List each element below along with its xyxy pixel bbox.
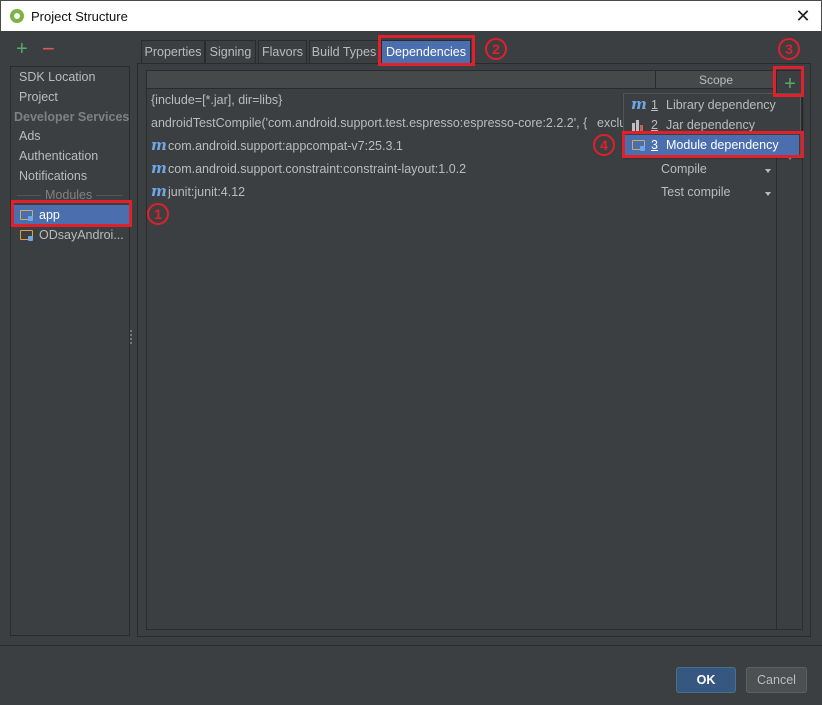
maven-icon: m <box>631 95 647 113</box>
modules-header: Modules <box>41 188 97 202</box>
add-dependency-button[interactable]: + <box>779 73 801 95</box>
tab-signing[interactable]: Signing <box>205 40 256 63</box>
scope-dropdown-arrow-icon[interactable] <box>765 169 771 173</box>
nav-item-authentication[interactable]: Authentication <box>19 149 98 163</box>
table-header: Scope <box>147 71 776 89</box>
library-module-folder-icon <box>20 230 33 241</box>
module-folder-icon <box>632 140 645 151</box>
dependency-name: androidTestCompile('com.android.support.… <box>151 116 588 130</box>
maven-icon: m <box>151 182 167 200</box>
remove-module-button[interactable]: − <box>42 38 55 60</box>
annotation-badge-3: 3 <box>778 38 800 60</box>
menu-item-label: Jar dependency <box>666 118 755 132</box>
module-label: ODsayAndroi... <box>39 228 124 242</box>
dependency-name: {include=[*.jar], dir=libs} <box>151 93 283 107</box>
menu-item-jar-dependency[interactable]: 2 Jar dependency <box>625 115 799 135</box>
menu-item-module-dependency[interactable]: 3 Module dependency <box>625 135 799 155</box>
left-navigation-panel: SDK Location Project Developer Services … <box>10 66 130 636</box>
dependency-scope: exclu <box>597 116 627 130</box>
dependency-name: com.android.support.constraint:constrain… <box>168 162 467 176</box>
annotation-badge-1: 1 <box>147 203 169 225</box>
ok-button[interactable]: OK <box>676 667 736 693</box>
modules-separator: Modules <box>11 188 129 203</box>
bottom-divider <box>0 645 822 646</box>
developer-services-header: Developer Services <box>14 110 130 124</box>
close-button[interactable]: ✕ <box>791 5 815 27</box>
tab-dependencies[interactable]: Dependencies <box>381 40 471 63</box>
scope-dropdown-arrow-icon[interactable] <box>765 192 771 196</box>
maven-icon: m <box>151 159 167 177</box>
table-row[interactable]: m junit:junit:4.12 Test compile <box>147 182 776 204</box>
scope-column-header[interactable]: Scope <box>655 71 776 89</box>
cancel-button[interactable]: Cancel <box>746 667 807 693</box>
dependency-name: com.android.support:appcompat-v7:25.3.1 <box>168 139 403 153</box>
module-label: app <box>39 208 60 222</box>
splitter-handle[interactable] <box>130 330 133 344</box>
menu-item-shortcut: 3 <box>651 138 658 152</box>
tab-flavors[interactable]: Flavors <box>258 40 307 63</box>
module-item-app[interactable]: app <box>11 205 129 225</box>
module-item-odsay[interactable]: ODsayAndroi... <box>11 225 129 245</box>
tab-build-types[interactable]: Build Types <box>309 40 379 63</box>
menu-item-shortcut: 2 <box>651 118 658 132</box>
module-folder-icon <box>20 210 33 221</box>
nav-item-ads[interactable]: Ads <box>19 129 41 143</box>
nav-item-notifications[interactable]: Notifications <box>19 169 87 183</box>
annotation-badge-2: 2 <box>485 38 507 60</box>
add-module-button[interactable]: + <box>16 38 28 60</box>
maven-icon: m <box>151 136 167 154</box>
menu-item-label: Library dependency <box>666 98 776 112</box>
menu-item-library-dependency[interactable]: m 1 Library dependency <box>625 95 799 115</box>
dependency-scope[interactable]: Compile <box>661 162 707 176</box>
title-bar: Project Structure ✕ <box>0 0 822 31</box>
nav-item-project[interactable]: Project <box>19 90 58 104</box>
android-studio-icon <box>10 9 24 23</box>
jar-icon <box>632 120 645 131</box>
menu-item-shortcut: 1 <box>651 98 658 112</box>
dependency-scope[interactable]: Test compile <box>661 185 730 199</box>
add-dependency-menu: m 1 Library dependency 2 Jar dependency … <box>623 93 801 156</box>
menu-item-label: Module dependency <box>666 138 779 152</box>
dependency-name: junit:junit:4.12 <box>168 185 246 199</box>
table-row[interactable]: m com.android.support.constraint:constra… <box>147 159 776 181</box>
annotation-badge-4: 4 <box>593 134 615 156</box>
tab-properties[interactable]: Properties <box>141 40 205 63</box>
nav-item-sdk-location[interactable]: SDK Location <box>19 70 95 84</box>
window-title: Project Structure <box>31 9 128 24</box>
